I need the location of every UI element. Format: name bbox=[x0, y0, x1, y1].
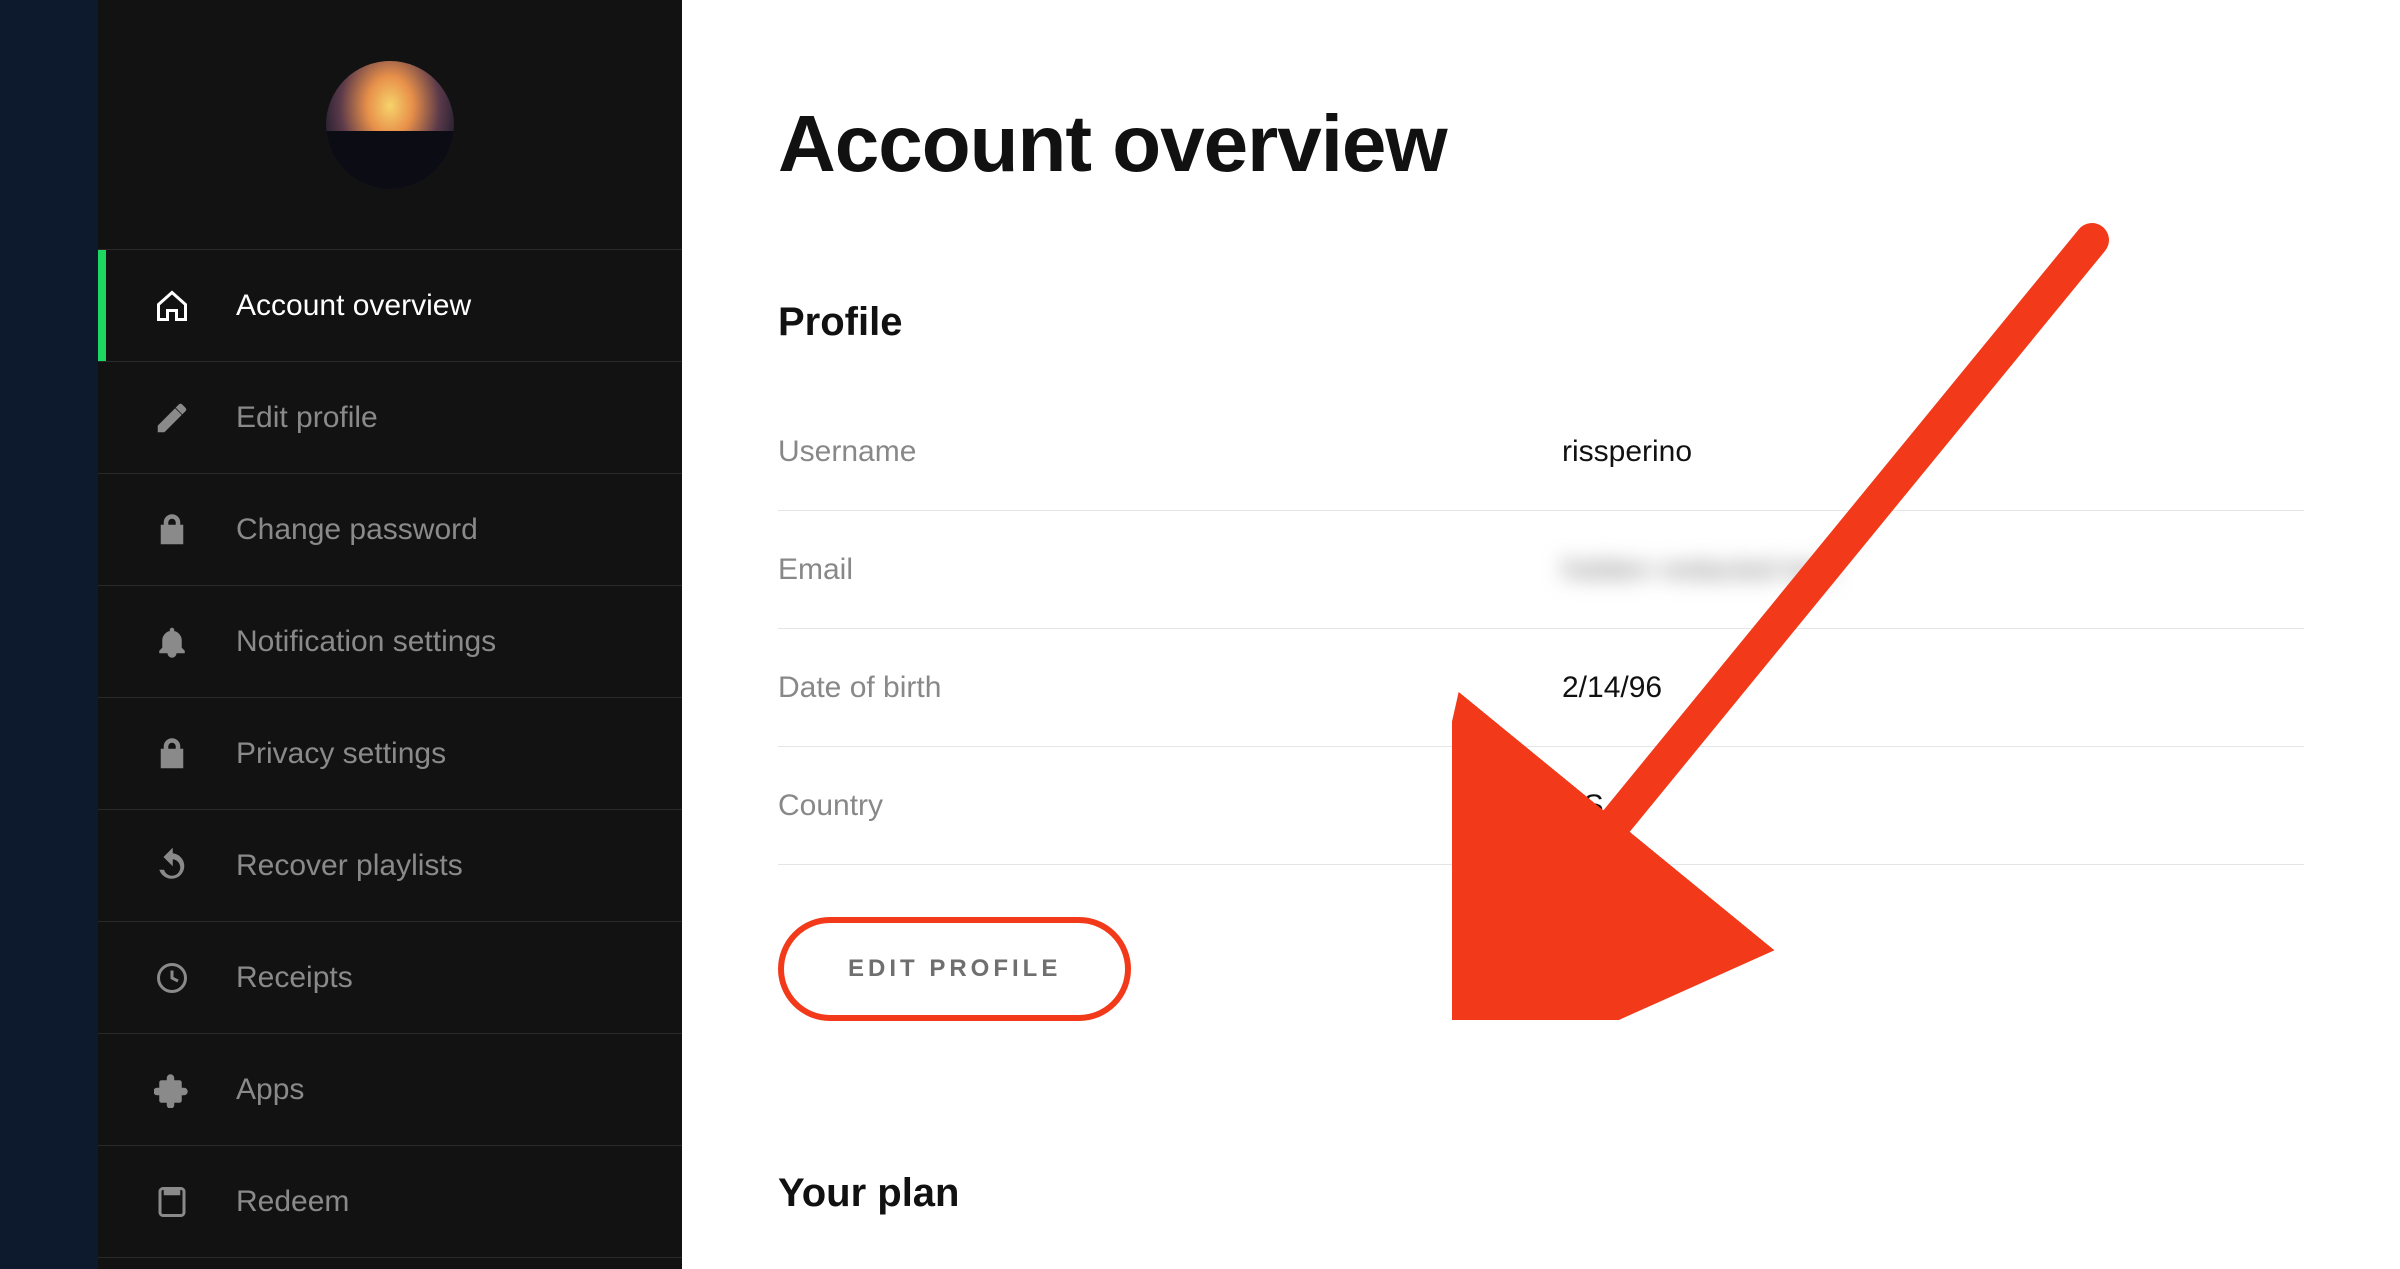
main-content: Account overview Profile Username risspe… bbox=[682, 0, 2400, 1269]
sidebar-item-label: Recover playlists bbox=[236, 849, 463, 883]
avatar-container bbox=[98, 0, 682, 250]
sidebar-item-label: Privacy settings bbox=[236, 737, 446, 771]
sidebar-item-label: Change password bbox=[236, 513, 478, 547]
sidebar-item-label: Edit profile bbox=[236, 401, 378, 435]
profile-value-redacted: hidden redacted text bbox=[1562, 553, 2304, 587]
profile-row-dob: Date of birth 2/14/96 bbox=[778, 629, 2304, 747]
lock-icon bbox=[152, 510, 192, 550]
sidebar-item-redeem[interactable]: Redeem bbox=[98, 1146, 682, 1258]
home-icon bbox=[152, 286, 192, 326]
sidebar-item-account-overview[interactable]: Account overview bbox=[98, 250, 682, 362]
sidebar-nav: Account overview Edit profile Change pas… bbox=[98, 250, 682, 1258]
profile-value: 2/14/96 bbox=[1562, 671, 2304, 705]
sidebar-item-label: Receipts bbox=[236, 961, 353, 995]
bell-icon bbox=[152, 622, 192, 662]
profile-table: Username rissperino Email hidden redacte… bbox=[778, 393, 2304, 865]
left-gutter bbox=[0, 0, 98, 1269]
profile-row-username: Username rissperino bbox=[778, 393, 2304, 511]
page-title: Account overview bbox=[778, 98, 2304, 190]
card-icon bbox=[152, 1182, 192, 1222]
profile-label: Username bbox=[778, 435, 1562, 469]
refresh-icon bbox=[152, 846, 192, 886]
profile-heading: Profile bbox=[778, 300, 2304, 345]
profile-label: Country bbox=[778, 789, 1562, 823]
sidebar-item-apps[interactable]: Apps bbox=[98, 1034, 682, 1146]
sidebar-item-notification-settings[interactable]: Notification settings bbox=[98, 586, 682, 698]
profile-value: US bbox=[1562, 789, 2304, 823]
lock-icon bbox=[152, 734, 192, 774]
sidebar-item-privacy-settings[interactable]: Privacy settings bbox=[98, 698, 682, 810]
sidebar-item-label: Apps bbox=[236, 1073, 304, 1107]
profile-label: Email bbox=[778, 553, 1562, 587]
sidebar-item-recover-playlists[interactable]: Recover playlists bbox=[98, 810, 682, 922]
profile-row-email: Email hidden redacted text bbox=[778, 511, 2304, 629]
annotation-highlight: EDIT PROFILE bbox=[778, 917, 1131, 1021]
avatar[interactable] bbox=[326, 61, 454, 189]
pencil-icon bbox=[152, 398, 192, 438]
sidebar-item-edit-profile[interactable]: Edit profile bbox=[98, 362, 682, 474]
edit-profile-button[interactable]: EDIT PROFILE bbox=[790, 929, 1119, 1009]
profile-value: rissperino bbox=[1562, 435, 2304, 469]
plan-heading: Your plan bbox=[778, 1171, 2304, 1216]
sidebar-item-receipts[interactable]: Receipts bbox=[98, 922, 682, 1034]
profile-row-country: Country US bbox=[778, 747, 2304, 865]
sidebar-item-label: Account overview bbox=[236, 289, 471, 323]
puzzle-icon bbox=[152, 1070, 192, 1110]
sidebar-item-label: Notification settings bbox=[236, 625, 496, 659]
sidebar: Account overview Edit profile Change pas… bbox=[98, 0, 682, 1269]
sidebar-item-label: Redeem bbox=[236, 1185, 349, 1219]
profile-label: Date of birth bbox=[778, 671, 1562, 705]
clock-icon bbox=[152, 958, 192, 998]
sidebar-item-change-password[interactable]: Change password bbox=[98, 474, 682, 586]
